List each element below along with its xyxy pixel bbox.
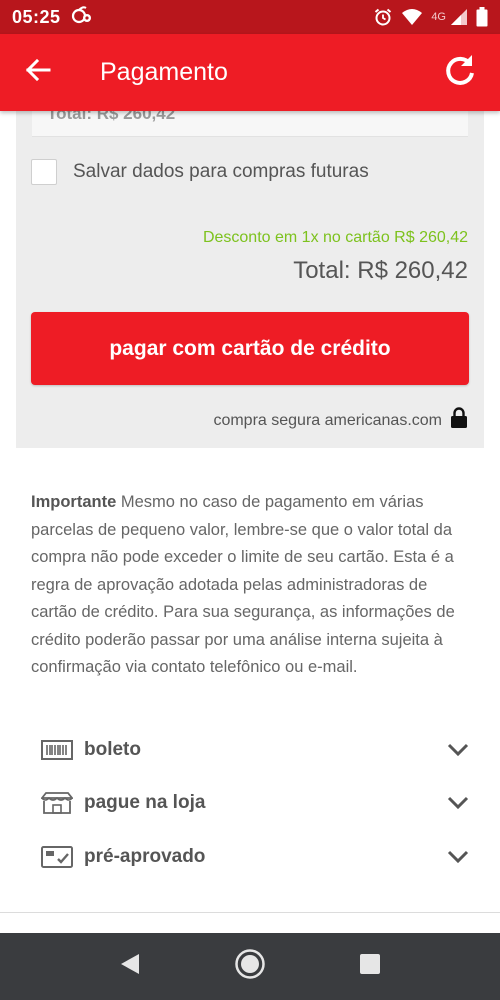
card-check-icon [40,845,74,868]
refresh-icon [443,53,477,92]
payment-option-store[interactable]: pague na loja [0,777,500,831]
bottom-divider [0,912,500,913]
system-nav-bar [0,933,500,1000]
payment-card: Total: R$ 260,42 Salvar dados para compr… [16,111,484,448]
payment-option-boleto[interactable]: boleto [0,723,500,777]
discount-text: Desconto em 1x no cartão R$ 260,42 [202,229,468,246]
alarm-icon [373,7,393,27]
previous-total-text: Total: R$ 260,42 [47,111,176,123]
arrow-left-icon [25,58,51,87]
app-notification-icon [71,5,93,30]
save-data-row: Salvar dados para compras futuras [31,159,369,185]
nav-recents-button[interactable] [350,947,390,987]
pay-with-credit-card-button[interactable]: pagar com cartão de crédito [31,312,469,385]
signal-icon [450,8,468,26]
secure-purchase-text: compra segura americanas.com [213,411,442,429]
payment-option-pre-approved[interactable]: pré-aprovado [0,830,500,884]
nav-back-button[interactable] [110,947,150,987]
save-data-checkbox[interactable] [31,159,57,185]
payment-option-label: pré-aprovado [84,845,206,867]
barcode-icon [40,739,74,761]
total-text: Total: R$ 260,42 [293,257,468,284]
battery-icon [476,7,488,27]
payment-option-label: pague na loja [84,792,206,814]
payment-options-list: boleto pague na loja pré-aprovado [0,723,500,884]
important-notice: Importante Mesmo no caso de pagamento em… [31,489,476,682]
secure-purchase-row: compra segura americanas.com [213,407,468,434]
chevron-down-icon [446,845,470,869]
nav-home-button[interactable] [230,947,270,987]
page-title: Pagamento [100,58,228,86]
square-recents-icon [359,953,381,980]
important-text: Mesmo no caso de pagamento em várias par… [31,493,455,676]
lock-icon [450,407,468,434]
wifi-icon [401,8,423,26]
status-right: 4G [373,7,488,27]
save-data-label[interactable]: Salvar dados para compras futuras [73,161,369,183]
chevron-down-icon [446,738,470,762]
payment-option-label: boleto [84,738,141,760]
previous-total-box: Total: R$ 260,42 [32,111,468,137]
triangle-back-icon [119,952,141,981]
refresh-button[interactable] [438,51,482,95]
app-bar: Pagamento [0,34,500,111]
network-type-label: 4G [431,11,446,23]
status-time: 05:25 [12,6,61,27]
store-icon [40,792,74,815]
circle-home-icon [234,948,266,985]
important-label: Importante [31,493,117,511]
status-left: 05:25 [12,5,93,30]
status-bar: 05:25 4G [0,0,500,34]
back-button[interactable] [18,53,58,93]
chevron-down-icon [446,791,470,815]
